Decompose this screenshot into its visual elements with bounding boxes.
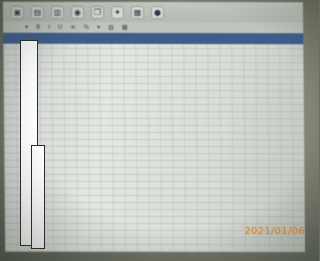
copy-icon[interactable]: ❐ [90,5,105,19]
format-button[interactable]: ≡ [70,24,75,31]
open-icon[interactable]: ▣ [10,5,25,19]
help-icon[interactable]: ● [150,5,165,19]
web-icon[interactable]: ◉ [70,5,85,19]
save-icon[interactable]: ▤ [30,5,45,19]
format-button[interactable]: U [58,24,62,31]
app-toolbar: ▣ ▤ ▥ ◉ ❐ ✦ ▦ ● [2,1,304,23]
table-row[interactable] [3,44,303,52]
format-button[interactable]: ▤ [108,24,114,31]
format-button[interactable]: B [36,24,40,31]
chart-icon[interactable]: ▦ [130,5,145,19]
format-button[interactable]: ▾ [97,24,100,31]
photo-background: ▣ ▤ ▥ ◉ ❐ ✦ ▦ ● ▾ B I U ≡% ▾ ▤ ▦ 2021/01/06 [0,0,319,261]
redaction-box [31,145,45,249]
format-button[interactable]: ▾ [25,24,28,31]
format-button[interactable]: % [83,24,89,31]
monitor-screen: ▣ ▤ ▥ ◉ ❐ ✦ ▦ ● ▾ B I U ≡% ▾ ▤ ▦ [2,1,306,253]
format-toolbar: ▾ B I U ≡% ▾ ▤ ▦ [3,21,304,34]
spreadsheet-grid [3,43,306,253]
print-icon[interactable]: ▥ [50,5,65,19]
sheet-column-header [3,32,304,45]
format-button[interactable]: ▦ [122,24,128,31]
photo-timestamp: 2021/01/06 [244,226,305,237]
format-button[interactable]: I [48,24,50,31]
settings-icon[interactable]: ✦ [110,5,125,19]
